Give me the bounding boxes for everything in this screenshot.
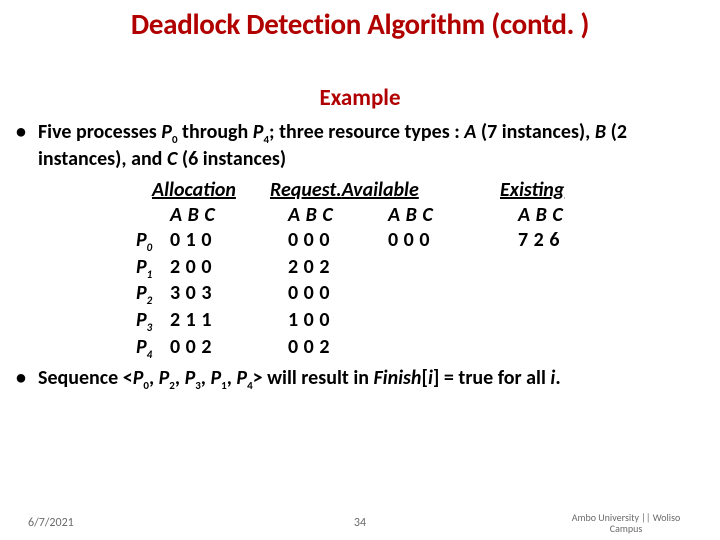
var-b: B bbox=[595, 120, 606, 144]
available-cell: 0 0 0 bbox=[388, 228, 518, 255]
p-sub: 0 bbox=[147, 241, 153, 254]
text: ; three resource types : bbox=[269, 120, 464, 144]
slide-title: Deadlock Detection Algorithm (contd. ) bbox=[0, 0, 720, 42]
var-p: P bbox=[253, 120, 264, 144]
slide-body: Five processes P0 through P4; three reso… bbox=[0, 120, 720, 392]
proc-label: P0 bbox=[136, 228, 170, 255]
var-p: P bbox=[159, 366, 170, 390]
abc-request: A B C bbox=[288, 203, 388, 228]
p-letter: P bbox=[136, 228, 147, 252]
abc-existing: A B C bbox=[518, 203, 628, 228]
bullet-setup: Five processes P0 through P4; three reso… bbox=[38, 120, 704, 172]
row-p2: P2 3 0 3 0 0 0 bbox=[136, 281, 704, 308]
row-p4: P4 0 0 2 0 0 2 bbox=[136, 335, 704, 362]
header-allocation: Allocation bbox=[152, 178, 270, 203]
header-row: Allocation Request.Available Existing bbox=[136, 178, 704, 203]
p-sub: 3 bbox=[147, 321, 153, 334]
abc-alloc: A B C bbox=[170, 203, 288, 228]
p-letter: P bbox=[136, 335, 147, 359]
header-request-u: Request. bbox=[270, 178, 342, 202]
p-sub: 1 bbox=[147, 268, 153, 281]
abc-row: A B C A B C A B C A B C bbox=[136, 203, 704, 228]
proc-label: P3 bbox=[136, 308, 170, 335]
request-cell: 1 0 0 bbox=[288, 308, 388, 335]
slide: Deadlock Detection Algorithm (contd. ) E… bbox=[0, 0, 720, 540]
p-sub: 2 bbox=[147, 294, 153, 307]
text: Sequence < bbox=[38, 366, 133, 390]
footer-page-number: 34 bbox=[354, 516, 366, 530]
p-letter: P bbox=[136, 255, 147, 279]
var-p: P bbox=[236, 366, 247, 390]
p-sub: 4 bbox=[147, 348, 153, 361]
text: (6 instances) bbox=[177, 147, 286, 171]
var-p: P bbox=[210, 366, 221, 390]
var-c: C bbox=[167, 147, 177, 171]
row-p3: P3 2 1 1 1 0 0 bbox=[136, 308, 704, 335]
var-p: P bbox=[185, 366, 196, 390]
alloc-cell: 2 1 1 bbox=[170, 308, 288, 335]
proc-label: P4 bbox=[136, 335, 170, 362]
request-cell: 0 0 2 bbox=[288, 335, 388, 362]
sep: , bbox=[227, 366, 237, 390]
alloc-cell: 0 0 2 bbox=[170, 335, 288, 362]
text: through bbox=[178, 120, 253, 144]
matrix-table: Allocation Request.Available Existing A … bbox=[38, 178, 704, 362]
text: ] = true for all bbox=[433, 366, 551, 390]
header-existing: Existing bbox=[500, 178, 610, 203]
slide-subtitle: Example bbox=[0, 84, 720, 112]
footer-university: Ambo University || Woliso Campus bbox=[556, 512, 696, 534]
row-p1: P1 2 0 0 2 0 2 bbox=[136, 255, 704, 282]
text: (7 instances), bbox=[476, 120, 594, 144]
request-cell: 0 0 0 bbox=[288, 228, 388, 255]
footer-date: 6/7/2021 bbox=[0, 516, 74, 530]
alloc-cell: 2 0 0 bbox=[170, 255, 288, 282]
bullet-sequence: Sequence <P0, P2, P3, P1, P4> will resul… bbox=[38, 366, 704, 393]
existing-cell: 7 2 6 bbox=[518, 228, 628, 255]
header-request: Request.Available bbox=[270, 178, 370, 203]
text: . bbox=[555, 366, 560, 390]
proc-label: P2 bbox=[136, 281, 170, 308]
alloc-cell: 3 0 3 bbox=[170, 281, 288, 308]
alloc-cell: 0 1 0 bbox=[170, 228, 288, 255]
sep: , bbox=[149, 366, 159, 390]
request-cell: 0 0 0 bbox=[288, 281, 388, 308]
spacer bbox=[136, 203, 170, 228]
var-p: P bbox=[161, 120, 172, 144]
spacer bbox=[370, 178, 500, 203]
p-letter: P bbox=[136, 308, 147, 332]
footer-uni-line2: Campus bbox=[556, 523, 696, 534]
request-cell: 2 0 2 bbox=[288, 255, 388, 282]
text: Five processes bbox=[38, 120, 161, 144]
var-a: A bbox=[464, 120, 476, 144]
var-p: P bbox=[133, 366, 144, 390]
var-finish: Finish bbox=[373, 366, 421, 390]
abc-available: A B C bbox=[388, 203, 518, 228]
sep: , bbox=[175, 366, 185, 390]
slide-footer: 6/7/2021 34 Ambo University || Woliso Ca… bbox=[0, 516, 720, 530]
proc-label: P1 bbox=[136, 255, 170, 282]
text: > will result in bbox=[253, 366, 374, 390]
p-letter: P bbox=[136, 281, 147, 305]
row-p0: P0 0 1 0 0 0 0 0 0 0 7 2 6 bbox=[136, 228, 704, 255]
